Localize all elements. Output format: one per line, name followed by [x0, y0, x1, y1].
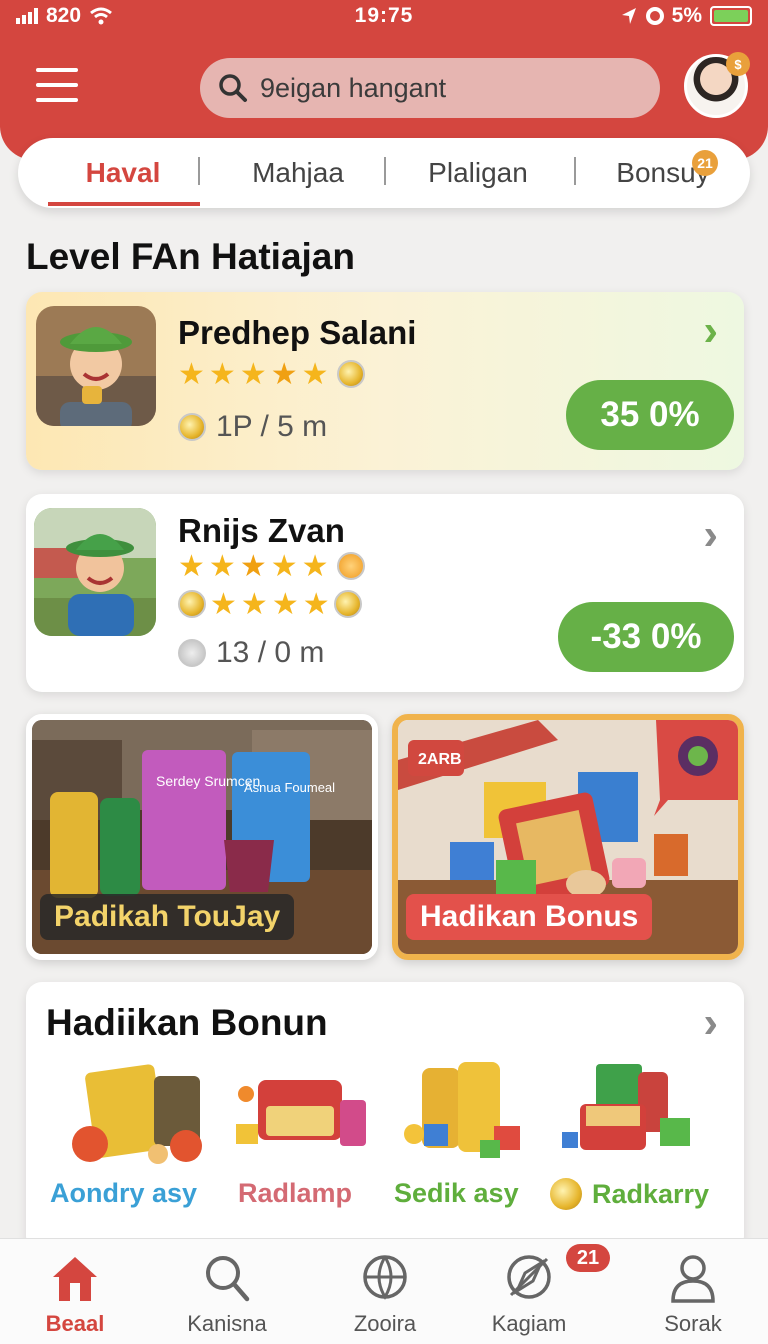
tab-mahjaa[interactable]: Mahjaa [208, 138, 388, 208]
tab-haval[interactable]: Haval [48, 138, 198, 208]
star-icon: ★ [301, 358, 329, 391]
coin-icon [178, 639, 206, 667]
card-1-distance-label: 1P / 5 m [216, 410, 328, 443]
bonus-section: Hadiikan Bonun › Aondry asy Radlamp Sedi… [26, 982, 744, 1252]
focus-icon [645, 7, 664, 25]
star-icon: ★ [270, 358, 298, 391]
star-icon: ★ [271, 588, 299, 621]
section-title: Level FAn Hatiajan [26, 236, 355, 277]
tab-bonsuy[interactable]: Bonsuy [583, 138, 743, 208]
snack-box-icon [562, 1064, 690, 1150]
card-2-rating: ★ ★ ★ ★ ★ [178, 552, 365, 582]
nav-activity-badge: 21 [566, 1244, 610, 1272]
nav-activity[interactable]: Kagiam [474, 1253, 584, 1343]
lunchbox-icon [236, 1080, 366, 1146]
chevron-right-icon[interactable]: › [703, 998, 718, 1048]
status-bar: 820 19:75 5% [0, 0, 768, 34]
card-2-rating-row-2: ★ ★ ★ ★ [178, 590, 362, 620]
card-2-percent-badge: -33 0% [558, 602, 734, 672]
bonus-item-4-label: Radkarry [550, 1178, 709, 1210]
battery-icon [710, 6, 752, 26]
bonus-item-4-text: Radkarry [592, 1178, 710, 1209]
card-1-rating: ★ ★ ★ ★ ★ [178, 360, 365, 390]
snack-bag-icon [72, 1064, 202, 1164]
nav-profile-label: Sorak [664, 1311, 722, 1336]
location-icon [621, 8, 636, 24]
star-icon: ★ [178, 358, 205, 391]
star-icon: ★ [239, 358, 267, 391]
bonus-sign-label: 2ARB [418, 751, 462, 768]
tab-divider [384, 157, 386, 185]
level-card-1[interactable]: Predhep Salani ★ ★ ★ ★ ★ 1P / 5 m › 35 0% [26, 292, 744, 470]
promo-tile-snacks[interactable]: Serdey Srumcen Asnua Foumeal Padikah Tou… [26, 714, 378, 960]
coin-icon [178, 413, 206, 441]
chevron-right-icon[interactable]: › [703, 510, 718, 560]
coin-icon [178, 590, 206, 618]
avatar-badge-icon: $ [726, 52, 750, 76]
menu-icon[interactable] [36, 68, 78, 102]
bonus-item-1-label: Aondry asy [50, 1178, 198, 1208]
coin-icon [336, 360, 365, 388]
nav-home[interactable]: Beaal [20, 1253, 130, 1343]
card-1-distance: 1P / 5 m [178, 410, 327, 444]
nav-explore[interactable]: Zooira [330, 1253, 440, 1343]
globe-icon [363, 1255, 407, 1300]
bonus-item-2-label: Radlamp [238, 1178, 353, 1208]
chevron-right-icon[interactable]: › [703, 306, 718, 356]
level-card-2[interactable]: Rnijs Zvan ★ ★ ★ ★ ★ ★ ★ ★ ★ 13 / 0 m › -33 0% [26, 494, 744, 692]
bonus-section-title: Hadiikan Bonun [46, 1002, 328, 1043]
tab-divider [574, 157, 576, 185]
active-tab-indicator [48, 202, 200, 206]
promo-bonus-label: Hadikan Bonus [406, 894, 653, 940]
coin-icon [336, 552, 365, 580]
bonus-item-3-label: Sedik asy [394, 1178, 519, 1208]
home-icon [53, 1257, 97, 1301]
card-1-percent-badge: 35 0% [566, 380, 734, 450]
nav-profile[interactable]: Sorak [638, 1253, 748, 1343]
drink-cans-icon [404, 1062, 520, 1158]
promo-snacks-label: Padikah TouJay [40, 894, 295, 940]
nav-search-label: Kanisna [187, 1311, 267, 1336]
search-bar[interactable] [200, 58, 660, 118]
battery-percent: 5% [671, 4, 702, 27]
coin-icon [550, 1178, 582, 1210]
nav-home-label: Beaal [45, 1311, 105, 1336]
compass-icon [507, 1255, 551, 1299]
search-icon [219, 74, 247, 102]
star-icon: ★ [208, 358, 236, 391]
card-2-photo [34, 508, 156, 636]
tab-divider [198, 157, 200, 185]
star-icon: ★ [210, 588, 237, 621]
coin-icon [333, 590, 362, 618]
pack-label-2: Asnua Foumeal [244, 780, 335, 795]
card-1-photo [36, 306, 156, 426]
bottom-navigation: Beaal Kanisna Zooira Kagiam Sorak [0, 1238, 768, 1344]
star-icon: ★ [239, 550, 267, 583]
nav-activity-label: Kagiam [491, 1311, 567, 1336]
nav-explore-label: Zooira [353, 1311, 417, 1336]
card-2-name: Rnijs Zvan [178, 512, 345, 549]
star-icon: ★ [302, 588, 330, 621]
promo-tile-bonus[interactable]: 2ARB Hadikan Bonus [392, 714, 744, 960]
star-icon: ★ [240, 588, 268, 621]
nav-search[interactable]: Kanisna [172, 1253, 282, 1343]
profile-icon [671, 1255, 715, 1303]
card-2-distance: 13 / 0 m [178, 636, 324, 670]
star-icon: ★ [208, 550, 236, 583]
search-icon [206, 1256, 250, 1302]
star-icon: ★ [270, 550, 298, 583]
card-1-name: Predhep Salani [178, 314, 417, 351]
search-input[interactable] [260, 72, 620, 104]
card-2-distance-label: 13 / 0 m [216, 636, 325, 669]
tab-plaligan[interactable]: Plaligan [393, 138, 563, 208]
star-icon: ★ [178, 550, 205, 583]
tab-bonsuy-badge: 21 [692, 150, 718, 176]
star-icon: ★ [301, 550, 329, 583]
